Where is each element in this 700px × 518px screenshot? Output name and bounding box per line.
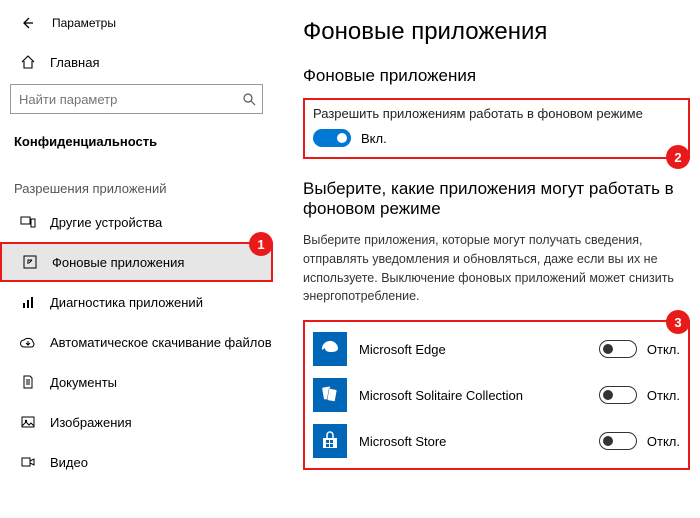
- allow-bg-toggle-row: Вкл.: [313, 129, 680, 147]
- annotation-badge-3: 3: [666, 310, 690, 334]
- sidebar-section-permissions: Разрешения приложений: [0, 161, 273, 202]
- app-toggle-state: Откл.: [647, 342, 680, 357]
- sidebar-item-auto-download[interactable]: Автоматическое скачивание файлов: [0, 322, 273, 362]
- page-title: Фоновые приложения: [303, 18, 690, 46]
- annotation-badge-2: 2: [666, 145, 690, 169]
- app-name: Microsoft Edge: [359, 342, 587, 357]
- app-list: 3 Microsoft Edge Откл. Microsoft Solitai…: [303, 320, 690, 470]
- download-icon: [20, 334, 36, 350]
- allow-bg-label: Разрешить приложениям работать в фоновом…: [313, 106, 680, 121]
- app-toggle-store[interactable]: [599, 432, 637, 450]
- back-icon[interactable]: [20, 16, 34, 30]
- app-name: Microsoft Solitaire Collection: [359, 388, 587, 403]
- diagnostics-icon: [20, 294, 36, 310]
- sidebar-section-privacy: Конфиденциальность: [0, 124, 273, 161]
- choose-description: Выберите приложения, которые могут получ…: [303, 231, 690, 306]
- sidebar-item-label: Фоновые приложения: [52, 255, 184, 270]
- document-icon: [20, 374, 36, 390]
- background-icon: [22, 254, 38, 270]
- sidebar-item-documents[interactable]: Документы: [0, 362, 273, 402]
- sidebar-item-label: Автоматическое скачивание файлов: [50, 335, 272, 350]
- devices-icon: [20, 214, 36, 230]
- app-toggle-solitaire[interactable]: [599, 386, 637, 404]
- sidebar-item-diagnostics[interactable]: Диагностика приложений: [0, 282, 273, 322]
- allow-bg-toggle[interactable]: [313, 129, 351, 147]
- search-icon: [242, 92, 256, 106]
- main-content: Фоновые приложения Фоновые приложения Ра…: [273, 0, 700, 518]
- app-name: Microsoft Store: [359, 434, 587, 449]
- video-icon: [20, 454, 36, 470]
- edge-icon: [313, 332, 347, 366]
- allow-bg-section: Разрешить приложениям работать в фоновом…: [303, 98, 690, 159]
- sidebar-item-label: Другие устройства: [50, 215, 162, 230]
- search-input[interactable]: [19, 92, 242, 107]
- sidebar-home[interactable]: Главная: [0, 42, 273, 82]
- store-icon: [313, 424, 347, 458]
- sidebar: Параметры Главная Конфиденциальность Раз…: [0, 0, 273, 518]
- sidebar-item-label: Диагностика приложений: [50, 295, 203, 310]
- solitaire-icon: [313, 378, 347, 412]
- sidebar-item-background-apps[interactable]: Фоновые приложения 1: [0, 242, 273, 282]
- sidebar-item-label: Документы: [50, 375, 117, 390]
- app-row-store: Microsoft Store Откл.: [311, 418, 682, 464]
- section-heading-choose: Выберите, какие приложения могут работат…: [303, 179, 690, 219]
- annotation-badge-1: 1: [249, 232, 273, 256]
- app-row-solitaire: Microsoft Solitaire Collection Откл.: [311, 372, 682, 418]
- sidebar-item-other-devices[interactable]: Другие устройства: [0, 202, 273, 242]
- app-toggle-state: Откл.: [647, 388, 680, 403]
- sidebar-item-video[interactable]: Видео: [0, 442, 273, 482]
- sidebar-item-images[interactable]: Изображения: [0, 402, 273, 442]
- home-icon: [20, 54, 36, 70]
- sidebar-item-label: Видео: [50, 455, 88, 470]
- search-box[interactable]: [10, 84, 263, 114]
- app-toggle-edge[interactable]: [599, 340, 637, 358]
- section-heading-bgapps: Фоновые приложения: [303, 66, 690, 86]
- allow-bg-state: Вкл.: [361, 131, 387, 146]
- app-toggle-state: Откл.: [647, 434, 680, 449]
- app-row-edge: Microsoft Edge Откл.: [311, 326, 682, 372]
- sidebar-nav: Другие устройства Фоновые приложения 1 Д…: [0, 202, 273, 482]
- sidebar-home-label: Главная: [50, 55, 99, 70]
- window-title: Параметры: [52, 16, 116, 30]
- sidebar-item-label: Изображения: [50, 415, 132, 430]
- image-icon: [20, 414, 36, 430]
- settings-window: Параметры Главная Конфиденциальность Раз…: [0, 0, 700, 518]
- window-topbar: Параметры: [0, 8, 273, 42]
